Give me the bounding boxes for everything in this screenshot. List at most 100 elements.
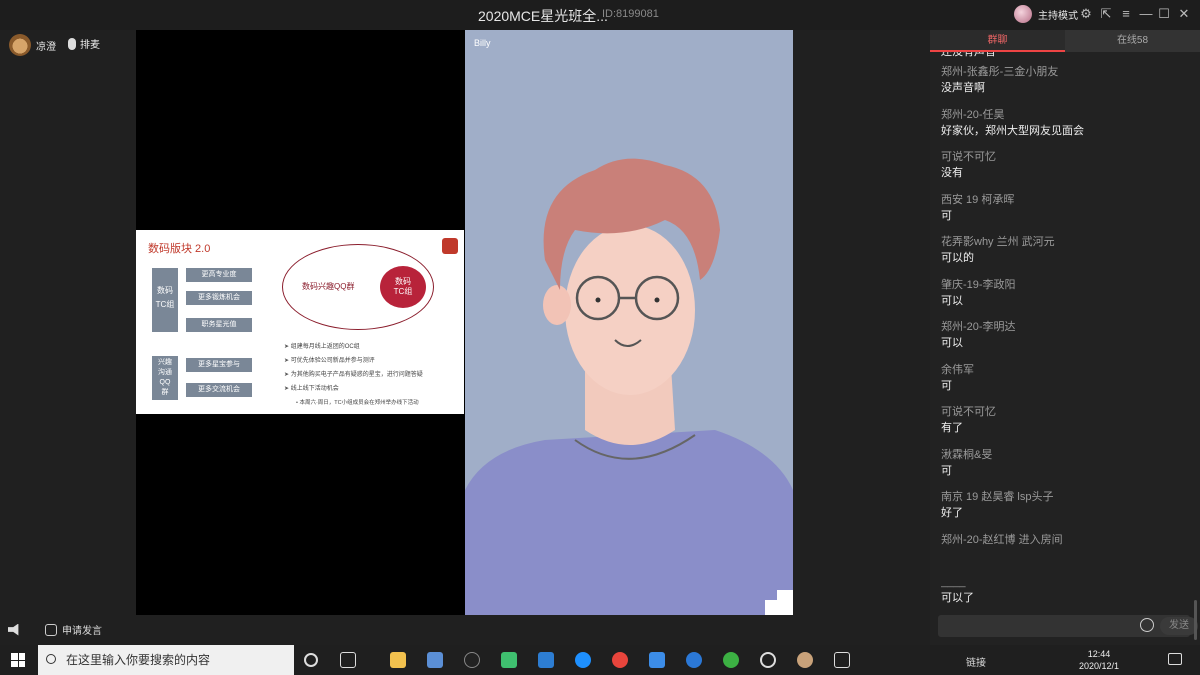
participant-name: Billy bbox=[474, 38, 491, 48]
chat-username: 可说不可忆 bbox=[941, 151, 996, 163]
slide-sub-bullet: 本周六·周日，TC小组成员会在郑州举办线下活动 bbox=[284, 396, 423, 410]
clock-time: 12:44 bbox=[1087, 649, 1111, 659]
tab-online[interactable]: 在线58 bbox=[1065, 30, 1200, 52]
chat-message: 余伟军可 bbox=[941, 362, 1191, 405]
chat-text: 可以 bbox=[941, 337, 963, 349]
tc-group-box: 数码 TC组 bbox=[152, 268, 178, 332]
popout-icon[interactable]: ⇱ bbox=[1098, 6, 1114, 22]
chat-username: 花弄影why 兰州 武河元 bbox=[941, 236, 1055, 248]
tray-link-label: 链接 bbox=[966, 658, 986, 669]
chat-text: 好了 bbox=[941, 507, 963, 519]
slide-action: 更高专业度 bbox=[186, 268, 252, 282]
chat-input[interactable]: 发送 bbox=[938, 615, 1198, 637]
chat-message: 肇庆-19-李政阳 可以 bbox=[941, 277, 1191, 320]
close-icon[interactable]: ✕ bbox=[1176, 6, 1192, 22]
chat-username: 郑州-20-李明达 bbox=[941, 321, 1016, 333]
slide-bullet: 组建每月线上返团的OC组 bbox=[284, 340, 423, 354]
chat-message: 花弄影why 兰州 武河元 可以的 bbox=[941, 234, 1191, 277]
chat-text: 有了 bbox=[941, 422, 963, 434]
system-tray[interactable]: 链接 bbox=[966, 654, 986, 669]
chat-username: 余伟军 bbox=[941, 363, 974, 376]
chat-username: 郑州-20-任昊 bbox=[941, 108, 1005, 121]
emoji-icon[interactable] bbox=[1140, 618, 1154, 632]
chat-message: 郑州-20-任昊 好家伙，郑州大型网友见面会 bbox=[941, 107, 1191, 150]
room-id: ID:8199081 bbox=[602, 8, 659, 20]
chrome-icon[interactable] bbox=[612, 652, 628, 668]
settings-gear-icon[interactable]: ⚙ bbox=[1078, 6, 1094, 22]
chat-message: 郑州-张鑫彤-三金小朋友 没声音啊 bbox=[941, 64, 1191, 107]
taskbar-clock[interactable]: 12:44 2020/12/1 bbox=[1074, 648, 1124, 672]
taskbar-search[interactable]: 在这里输入你要搜索的内容 bbox=[38, 645, 294, 675]
chat-message: 可说不可忆 没有 bbox=[941, 149, 1191, 192]
slide-action: 更多星宝参与 bbox=[186, 358, 252, 372]
chat-message: 南京 19 赵昊睿 lsp头子 好了 bbox=[941, 489, 1191, 532]
chat-message: 湫霖桐&旻可 bbox=[941, 447, 1191, 490]
menu-icon[interactable]: ≡ bbox=[1118, 6, 1134, 22]
room-title: 2020MCE星光班全... bbox=[478, 8, 608, 24]
cortana-icon[interactable] bbox=[304, 653, 318, 667]
chat-username: 郑州-20-赵红博 进入房间 bbox=[941, 533, 1063, 546]
chat-panel: 群聊 在线58 还没有声音 郑州-张鑫彤-三金小朋友 没声音啊 郑州-20-任昊 好家… bbox=[930, 30, 1200, 645]
interest-group-box: 兴趣 沟通 QQ 群 bbox=[152, 356, 178, 400]
chat-username: 湫霖桐&旻 bbox=[941, 448, 993, 461]
request-speak-label: 申请发言 bbox=[62, 626, 102, 637]
speaker-icon[interactable] bbox=[8, 623, 19, 636]
slide-bullet: 可优先体验公司新品并参与测评 bbox=[284, 354, 423, 368]
mail-icon[interactable] bbox=[538, 652, 554, 668]
chat-message: 可说不可忆 有了 bbox=[941, 404, 1191, 447]
chat-username: 南京 19 赵昊睿 lsp头子 bbox=[941, 491, 1054, 503]
slide-action: 更多交流机会 bbox=[186, 383, 252, 397]
store-icon[interactable] bbox=[427, 652, 443, 668]
chat-scrollbar[interactable] bbox=[1194, 600, 1197, 640]
chat-username: ____ bbox=[941, 576, 966, 588]
current-user[interactable]: 凉澄 bbox=[9, 34, 56, 56]
chat-message: 郑州-20-李明达 可以 bbox=[941, 319, 1191, 362]
maximize-icon[interactable]: ☐ bbox=[1156, 6, 1172, 22]
user-name: 凉澄 bbox=[36, 41, 56, 53]
chat-username: 肇庆-19-李政阳 bbox=[941, 278, 1016, 291]
windows-taskbar: 在这里输入你要搜索的内容 链接 12:44 2020/12/1 bbox=[0, 645, 1200, 675]
title-bar: 2020MCE星光班全... ID:8199081 主持模式 ⚙ ⇱ ≡ — ☐… bbox=[0, 0, 1200, 30]
chat-username: 西安 19 柯承晖 bbox=[941, 193, 1015, 206]
task-view-icon[interactable] bbox=[340, 652, 356, 668]
chat-message-list[interactable]: 还没有声音 郑州-张鑫彤-三金小朋友 没声音啊 郑州-20-任昊 好家伙，郑州大型网友… bbox=[941, 52, 1191, 612]
search-icon bbox=[46, 654, 56, 664]
request-speak-button[interactable]: 申请发言 bbox=[45, 622, 102, 637]
settings-icon[interactable] bbox=[760, 652, 776, 668]
play-icon[interactable] bbox=[501, 652, 517, 668]
tab-group-chat[interactable]: 群聊 bbox=[930, 30, 1065, 52]
bottom-controls: 申请发言 bbox=[8, 622, 102, 637]
window-app-icon[interactable] bbox=[834, 652, 850, 668]
chat-username: 可说不可忆 bbox=[941, 406, 996, 418]
search-placeholder: 在这里输入你要搜索的内容 bbox=[66, 653, 211, 667]
chat-message: 还没有声音 bbox=[941, 52, 1191, 64]
phone-icon bbox=[45, 623, 57, 636]
chat-tabs: 群聊 在线58 bbox=[930, 30, 1200, 52]
tc-group-dot: 数码 TC组 bbox=[380, 266, 426, 308]
slide-bullet: 线上线下活动机会 bbox=[284, 382, 423, 396]
wechat-icon[interactable] bbox=[723, 652, 739, 668]
file-explorer-icon[interactable] bbox=[390, 652, 406, 668]
chat-text: 可以的 bbox=[941, 252, 974, 264]
person-illustration bbox=[465, 158, 793, 615]
chat-text: 还没有声音 bbox=[941, 52, 996, 58]
ellipse-label: 数码兴趣QQ群 bbox=[302, 282, 355, 291]
microphone-icon bbox=[68, 37, 76, 50]
user-avatar bbox=[9, 34, 31, 56]
clock-date: 2020/12/1 bbox=[1078, 661, 1120, 671]
ie-icon[interactable] bbox=[686, 652, 702, 668]
participant-video[interactable] bbox=[465, 30, 793, 615]
queue-mic-button[interactable]: 排麦 bbox=[68, 36, 100, 51]
qq-icon[interactable] bbox=[464, 652, 480, 668]
minimize-icon[interactable]: — bbox=[1138, 6, 1154, 22]
cube-icon[interactable] bbox=[649, 652, 665, 668]
live-app-icon[interactable] bbox=[797, 652, 813, 668]
edge-icon[interactable] bbox=[575, 652, 591, 668]
slide-bullets: 组建每月线上返团的OC组 可优先体验公司新品并参与测评 为其他购买电子产品有疑惑… bbox=[284, 340, 423, 410]
host-mode-toggle[interactable]: 主持模式 bbox=[1014, 5, 1078, 23]
windows-start-icon[interactable] bbox=[11, 653, 25, 667]
notification-icon[interactable] bbox=[1168, 653, 1182, 665]
send-button[interactable]: 发送 bbox=[1160, 617, 1198, 635]
chat-text: 可 bbox=[941, 464, 952, 477]
chat-text: 没有 bbox=[941, 167, 963, 179]
